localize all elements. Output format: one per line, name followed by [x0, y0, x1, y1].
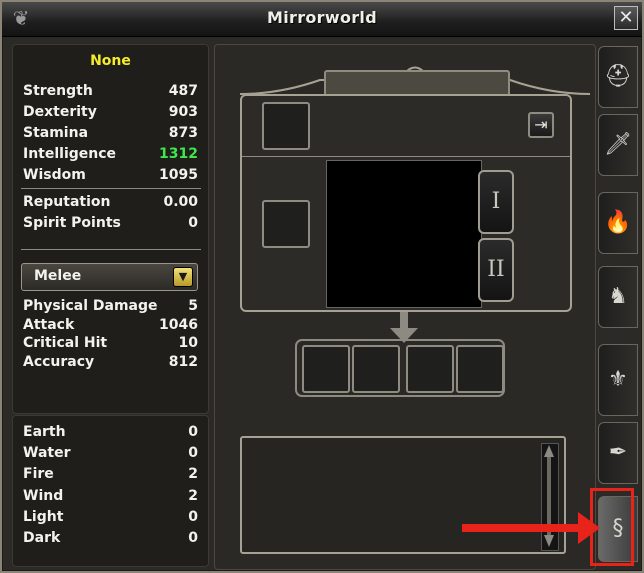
stat-label: Wisdom — [23, 167, 86, 183]
stat-value: 873 — [168, 125, 198, 141]
dropdown-selected-label: Melee — [34, 268, 82, 284]
chess-knight-icon: ♞ — [608, 284, 628, 309]
stat-row-stamina: Stamina 873 — [23, 123, 198, 143]
item-slot-bottom-3[interactable] — [406, 345, 454, 393]
name-plate — [324, 70, 510, 97]
fire-tab[interactable]: 🔥 — [598, 192, 638, 254]
stat-value: 1312 — [159, 146, 198, 162]
description-box — [240, 436, 566, 554]
window-title: Mirrorworld — [267, 8, 377, 27]
stat-label: Attack — [23, 317, 75, 333]
quill-icon: ✒ — [608, 440, 628, 465]
stat-row-wind: Wind 2 — [23, 486, 198, 506]
stat-label: Stamina — [23, 125, 89, 141]
stat-value: 487 — [168, 83, 198, 99]
annotation-highlight-box — [590, 488, 634, 566]
stat-row-spirit-points: Spirit Points 0 — [23, 213, 198, 233]
stat-value: 5 — [188, 298, 198, 314]
stat-label: Wind — [23, 488, 64, 504]
divider — [21, 249, 201, 250]
trident-tab[interactable]: ⚜ — [598, 344, 638, 416]
stat-label: Strength — [23, 83, 93, 99]
stat-label: Intelligence — [23, 146, 117, 162]
close-button[interactable]: ✕ — [614, 6, 638, 30]
trident-icon: ⚜ — [608, 367, 628, 392]
stat-row-light: Light 0 — [23, 507, 198, 527]
dagger-icon: 🗡 — [604, 132, 632, 157]
stat-value: 10 — [178, 335, 198, 351]
stat-row-physical-damage: Physical Damage 5 — [23, 296, 198, 316]
helmet-tab[interactable]: ⛑ — [598, 46, 638, 108]
stat-row-intelligence: Intelligence 1312 — [23, 144, 198, 164]
stat-value: 0.00 — [163, 194, 198, 210]
stats-header: None — [90, 53, 131, 69]
stat-row-wisdom: Wisdom 1095 — [23, 165, 198, 185]
stat-label: Water — [23, 445, 71, 461]
mirrorworld-window: ❦ Mirrorworld ✕ None Strength 487 Dexter… — [0, 0, 644, 573]
stat-value: 0 — [188, 424, 198, 440]
chevron-down-icon[interactable]: ▼ — [173, 267, 193, 287]
item-slot-left[interactable] — [262, 200, 310, 248]
stat-label: Accuracy — [23, 354, 95, 370]
stat-value: 0 — [188, 530, 198, 546]
annotation-arrow-shaft — [462, 524, 584, 532]
fire-icon: 🔥 — [604, 210, 632, 235]
stat-value: 1046 — [159, 317, 198, 333]
stat-label: Reputation — [23, 194, 111, 210]
stat-value: 0 — [188, 509, 198, 525]
stat-row-fire: Fire 2 — [23, 464, 198, 484]
item-slot-bottom-2[interactable] — [352, 345, 400, 393]
divider — [21, 188, 201, 189]
stat-value: 812 — [168, 354, 198, 370]
weapon-tab[interactable]: 🗡 — [598, 114, 638, 176]
stat-label: Dexterity — [23, 104, 97, 120]
stat-value: 903 — [168, 104, 198, 120]
stat-row-attack: Attack 1046 — [23, 315, 198, 335]
stat-row-dark: Dark 0 — [23, 528, 198, 548]
character-preview — [326, 160, 482, 308]
stat-value: 0 — [188, 215, 198, 231]
stat-value: 2 — [188, 488, 198, 504]
tab-two-button[interactable]: II — [478, 238, 514, 302]
stat-label: Physical Damage — [23, 298, 158, 314]
attack-type-dropdown[interactable]: Melee ▼ — [21, 263, 198, 291]
divider — [242, 156, 570, 157]
quill-tab[interactable]: ✒ — [598, 422, 638, 484]
stat-value: 0 — [188, 445, 198, 461]
item-slot-bottom-1[interactable] — [302, 345, 350, 393]
element-stats-panel: Earth 0 Water 0 Fire 2 Wind 2 Light 0 Da… — [12, 415, 209, 567]
stat-label: Spirit Points — [23, 215, 121, 231]
stat-row-dexterity: Dexterity 903 — [23, 102, 198, 122]
stat-row-earth: Earth 0 — [23, 422, 198, 442]
stats-panel: None Strength 487 Dexterity 903 Stamina … — [12, 44, 209, 414]
stat-label: Light — [23, 509, 64, 525]
export-button[interactable]: ⇥ — [528, 112, 554, 138]
title-bar[interactable]: ❦ Mirrorworld ✕ — [2, 2, 642, 37]
stat-value: 2 — [188, 466, 198, 482]
tab-one-button[interactable]: I — [478, 170, 514, 234]
stat-row-strength: Strength 487 — [23, 81, 198, 101]
stat-label: Critical Hit — [23, 335, 108, 351]
item-slot-bottom-4[interactable] — [456, 345, 504, 393]
stat-label: Earth — [23, 424, 66, 440]
helmet-icon: ⛑ — [604, 64, 632, 89]
scroll-thumb-icon[interactable] — [541, 443, 557, 549]
stat-value: 1095 — [159, 167, 198, 183]
stat-row-critical-hit: Critical Hit 10 — [23, 333, 198, 353]
item-slot-top[interactable] — [262, 102, 310, 150]
stat-row-reputation: Reputation 0.00 — [23, 192, 198, 212]
stat-label: Dark — [23, 530, 61, 546]
stat-label: Fire — [23, 466, 54, 482]
stat-row-accuracy: Accuracy 812 — [23, 352, 198, 372]
stat-row-water: Water 0 — [23, 443, 198, 463]
chess-knight-tab[interactable]: ♞ — [598, 266, 638, 328]
